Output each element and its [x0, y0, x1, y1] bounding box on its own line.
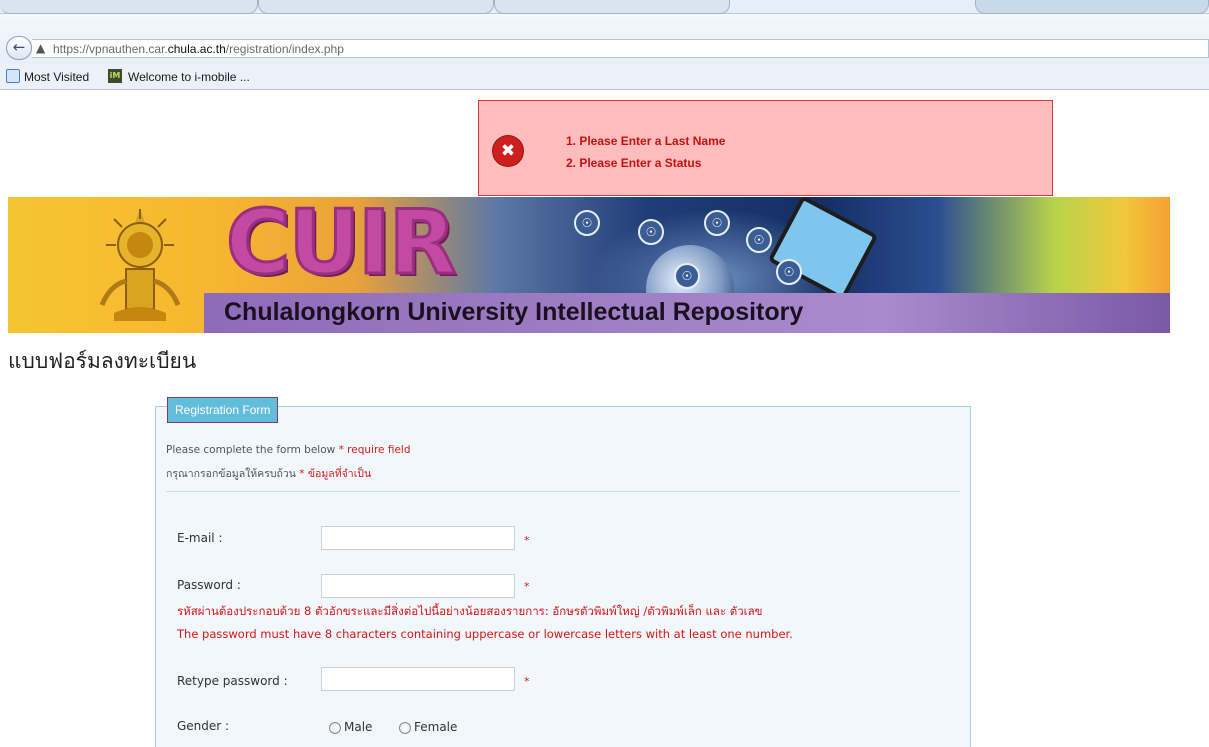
network-node-icon: ☉ [704, 210, 730, 236]
retype-password-field[interactable] [321, 667, 515, 691]
form-intro-en: Please complete the form below * require… [166, 444, 411, 456]
form-legend: Registration Form [167, 397, 279, 423]
required-asterisk: * [524, 534, 530, 547]
network-node-icon: ☉ [674, 263, 700, 289]
registration-form-panel [155, 406, 971, 747]
network-node-icon: ☉ [776, 259, 802, 285]
error-item: 1. Please Enter a Last Name [566, 134, 726, 148]
bookmark-i-mobile[interactable]: Welcome to i-mobile ... [128, 70, 250, 84]
password-label: Password : [177, 578, 241, 592]
validation-error-box: ✖ 1. Please Enter a Last Name 2. Please … [478, 100, 1053, 196]
email-label: E-mail : [177, 531, 223, 545]
back-button[interactable]: ← [6, 36, 32, 60]
gender-label: Gender : [177, 719, 230, 733]
form-intro-th: กรุณากรอกข้อมูลให้ครบถ้วน * ข้อมูลที่จำเ… [166, 468, 372, 480]
navigation-bar: ← ▲ https://vpnauthen.car.chula.ac.th/re… [0, 14, 1209, 64]
password-field[interactable] [321, 574, 515, 598]
error-x-icon: ✖ [493, 136, 523, 166]
url-text[interactable]: https://vpnauthen.car.chula.ac.th/regist… [53, 42, 344, 56]
gender-female-radio[interactable] [399, 722, 411, 734]
network-node-icon: ☉ [746, 227, 772, 253]
browser-tab[interactable] [258, 0, 494, 14]
network-node-icon: ☉ [574, 210, 600, 236]
form-divider [166, 491, 960, 492]
i-mobile-icon: iM [108, 69, 122, 83]
tab-strip [0, 0, 1209, 14]
gender-male-radio[interactable] [329, 722, 341, 734]
cuir-banner: CUIR ☉ ☉ ☉ ☉ ☉ ☉ Chulalongkorn Universit… [8, 197, 1170, 333]
email-field[interactable] [321, 526, 515, 550]
required-note: * ข้อมูลที่จำเป็น [299, 468, 372, 480]
chulalongkorn-seal-logo [99, 209, 181, 321]
browser-tab[interactable] [494, 0, 730, 14]
retype-password-label: Retype password : [177, 674, 288, 688]
browser-tab[interactable] [0, 0, 258, 14]
browser-tab-active[interactable] [975, 0, 1209, 14]
bookmark-most-visited[interactable]: Most Visited [24, 70, 89, 84]
error-list: 1. Please Enter a Last Name 2. Please En… [566, 130, 725, 174]
page-title: แบบฟอร์มลงทะเบียน [8, 349, 197, 373]
required-asterisk: * [524, 580, 530, 593]
gender-male-label[interactable]: Male [344, 720, 372, 734]
gender-female-label[interactable]: Female [414, 720, 457, 734]
required-asterisk: * [524, 675, 530, 688]
bookmarks-toolbar: Most Visited iM Welcome to i-mobile ... [0, 64, 1209, 90]
error-item: 2. Please Enter a Status [566, 156, 702, 170]
password-hint-th: รหัสผ่านต้องประกอบด้วย 8 ตัวอักขระและมีส… [177, 604, 763, 618]
banner-subtitle: Chulalongkorn University Intellectual Re… [224, 298, 804, 326]
back-arrow-icon: ← [12, 38, 26, 56]
network-node-icon: ☉ [638, 219, 664, 245]
password-hint-en: The password must have 8 characters cont… [177, 627, 793, 641]
most-visited-icon [6, 69, 20, 83]
cuir-logo-text: CUIR [225, 197, 459, 296]
address-bar[interactable]: ▲ https://vpnauthen.car.chula.ac.th/regi… [32, 39, 1209, 58]
security-warning-icon[interactable]: ▲ [36, 41, 45, 55]
required-note: * require field [338, 444, 411, 456]
